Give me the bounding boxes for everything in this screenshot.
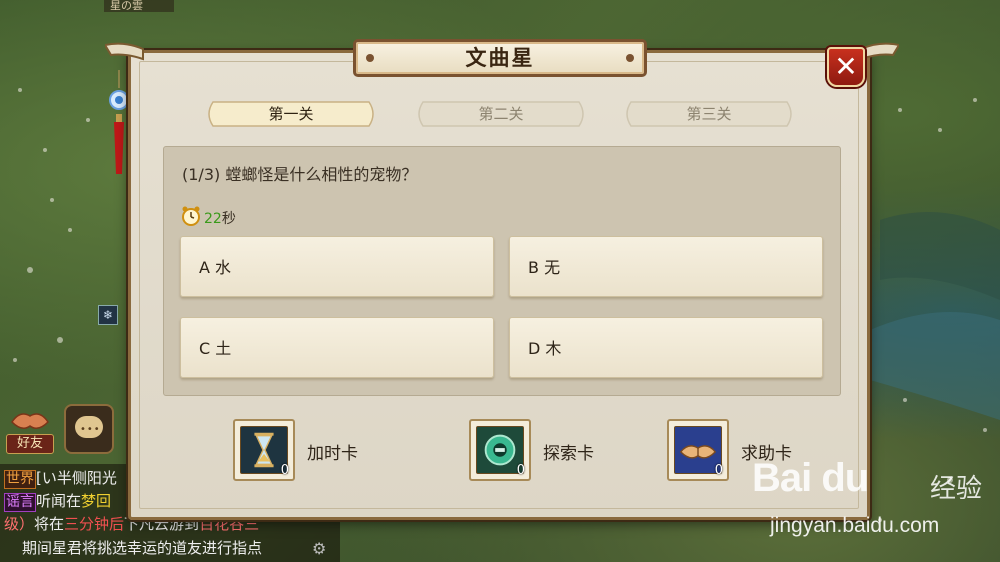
tab-label: 第一关 bbox=[268, 105, 314, 123]
explore-card[interactable]: 0 探索卡 bbox=[469, 419, 609, 481]
watermark-cn: 经验 bbox=[930, 474, 983, 504]
dialog-title: 文曲星 bbox=[465, 46, 535, 70]
dialog-title-plate: 文曲星 bbox=[353, 39, 647, 77]
baidu-watermark: Bai du 经验 jingyan.baidu.com bbox=[748, 452, 998, 542]
snowflake-icon[interactable]: ❄ bbox=[98, 305, 118, 325]
tab-stage-2[interactable]: 第二关 bbox=[413, 100, 589, 128]
card-count: 0 bbox=[280, 463, 289, 478]
tab-stage-3[interactable]: 第三关 bbox=[621, 100, 797, 128]
chat-line: 期间星君将挑选幸运的道友进行指点 bbox=[22, 539, 263, 557]
card-count: 0 bbox=[714, 463, 723, 478]
handshake-friend-icon bbox=[11, 413, 49, 429]
frame-corner-ornament bbox=[105, 42, 144, 61]
answer-option-b[interactable]: B 无 bbox=[509, 236, 823, 297]
timer-unit: 秒 bbox=[221, 211, 236, 227]
card-count: 0 bbox=[516, 463, 525, 478]
question-text: (1/3) 螳螂怪是什么相性的宠物？ bbox=[182, 165, 418, 184]
answer-option-c[interactable]: C 土 bbox=[180, 317, 494, 378]
card-label: 加时卡 bbox=[307, 444, 358, 464]
card-label: 探索卡 bbox=[543, 444, 594, 464]
frame-corner-ornament bbox=[860, 42, 899, 61]
friend-label: 好友 bbox=[6, 434, 54, 454]
time-card[interactable]: 0 加时卡 bbox=[233, 419, 373, 481]
close-icon: ✕ bbox=[834, 50, 858, 83]
alarm-clock-icon bbox=[182, 206, 200, 226]
friend-button[interactable]: 好友 bbox=[2, 402, 56, 456]
tab-label: 第二关 bbox=[478, 105, 524, 123]
tab-stage-1[interactable]: 第一关 bbox=[203, 100, 379, 128]
quiz-dialog: 文曲星 ✕ 第一关 第二关 第三关 (1/3) 螳螂怪是什么相性的宠物？ 22秒… bbox=[105, 39, 899, 520]
watermark-url: jingyan.baidu.com bbox=[770, 514, 940, 537]
answer-option-d[interactable]: D 木 bbox=[509, 317, 823, 378]
timer-value: 22 bbox=[204, 211, 222, 227]
answer-option-a[interactable]: A 水 bbox=[180, 236, 494, 297]
gear-icon[interactable]: ⚙ bbox=[312, 540, 330, 558]
question-panel: (1/3) 螳螂怪是什么相性的宠物？ 22秒 A 水 B 无 C 土 D 木 bbox=[163, 146, 841, 396]
channel-tag-world: 世界 bbox=[4, 470, 36, 489]
watermark-logo: Bai du bbox=[752, 456, 869, 500]
chat-line: 谣言 听闻在梦回 bbox=[4, 492, 112, 512]
top-left-label: 星の雲 bbox=[104, 0, 174, 12]
tab-label: 第三关 bbox=[686, 105, 732, 123]
chat-button[interactable]: ••• bbox=[64, 404, 114, 454]
close-button[interactable]: ✕ bbox=[827, 47, 865, 87]
channel-tag-rumor: 谣言 bbox=[4, 493, 36, 512]
chat-line: 世界 [い半侧阳光 bbox=[4, 469, 117, 489]
